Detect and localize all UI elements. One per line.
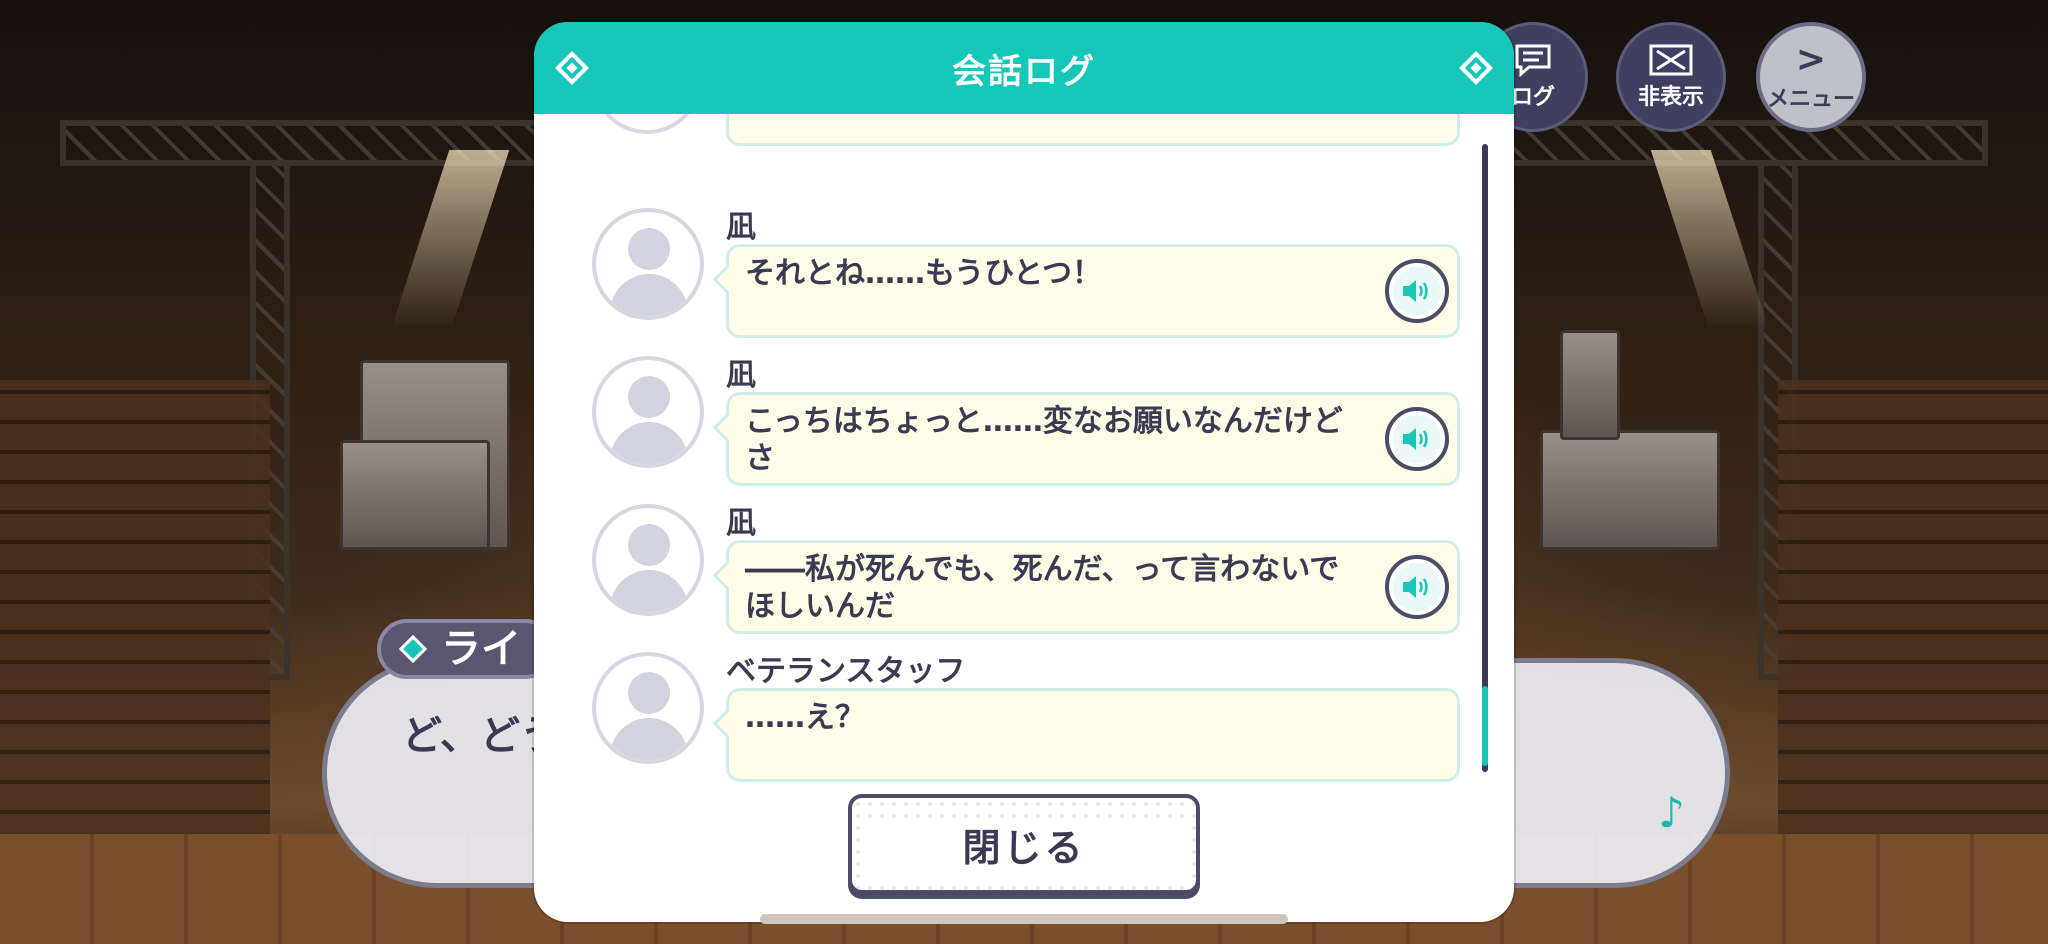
avatar-placeholder-icon — [592, 652, 704, 764]
avatar-placeholder-icon — [592, 208, 704, 320]
log-entry: 凪 ――私が死んでも、死んだ、って言わないでほしいんだ — [592, 504, 1462, 646]
log-label: ログ — [1510, 85, 1555, 110]
avatar-placeholder-icon — [592, 504, 704, 616]
speaker-cabinet — [340, 440, 490, 550]
message-text: こっちはちょっと……変なお願いなんだけどさ — [745, 404, 1343, 476]
log-entry: 凪 それとね……もうひとつ！ — [592, 208, 1462, 350]
log-scroll-area[interactable]: 凪 それとね……もうひとつ！ 凪 こっちはちょっと……変なお願いなんだけどさ 凪… — [534, 114, 1514, 794]
speaker-cabinet — [1540, 430, 1720, 550]
avatar-placeholder-icon — [592, 356, 704, 468]
speaker-cabinet — [1560, 330, 1620, 440]
log-entry: 凪 こっちはちょっと……変なお願いなんだけどさ — [592, 356, 1462, 498]
scrollbar-thumb[interactable] — [1482, 686, 1488, 766]
scrollbar-track[interactable] — [1482, 144, 1488, 772]
speaker-icon — [1403, 576, 1428, 598]
speaker-icon — [1403, 280, 1428, 302]
log-entry: ベテランスタッフ ……え？ — [592, 652, 1462, 794]
close-button[interactable]: 閉じる — [848, 794, 1200, 894]
message-text: それとね……もうひとつ！ — [745, 256, 1102, 291]
message-bubble — [726, 114, 1460, 146]
speaker-name: 凪 — [726, 210, 756, 245]
menu-label: メニュー — [1766, 87, 1855, 112]
voice-replay-button[interactable] — [1385, 555, 1449, 619]
hide-label: 非表示 — [1637, 85, 1704, 110]
modal-title: 会話ログ — [952, 51, 1096, 92]
home-indicator[interactable] — [760, 914, 1288, 924]
speaker-name: 凪 — [726, 506, 756, 541]
message-text: ――私が死んでも、死んだ、って言わないでほしいんだ — [745, 552, 1340, 624]
chat-bubble-icon — [1515, 44, 1551, 77]
chevron-right-icon: > — [1795, 39, 1827, 80]
x-box-icon — [1649, 44, 1693, 76]
diamond-icon — [555, 51, 589, 85]
message-bubble: それとね……もうひとつ！ — [726, 244, 1460, 338]
speaker-name: ベテランスタッフ — [726, 654, 966, 689]
modal-header: 会話ログ — [534, 22, 1514, 114]
spotlight — [390, 150, 510, 330]
message-bubble: ……え？ — [726, 688, 1460, 782]
speaker-icon — [1403, 428, 1428, 450]
hide-ui-button[interactable]: 非表示 — [1616, 22, 1726, 132]
diamond-icon — [1459, 51, 1493, 85]
voice-replay-button[interactable] — [1385, 407, 1449, 471]
speaker-nametag: ライ — [377, 619, 555, 679]
spotlight — [1650, 150, 1770, 330]
voice-replay-button[interactable] — [1385, 259, 1449, 323]
conversation-log-modal: 会話ログ 凪 それとね……もうひとつ！ 凪 こっちはちょっと……変なお願いなんだ… — [534, 22, 1514, 922]
diamond-icon — [398, 634, 428, 664]
speaker-name: ライ — [441, 626, 521, 672]
avatar — [592, 114, 702, 134]
close-label: 閉じる — [962, 825, 1086, 870]
brick-wall-left — [0, 380, 270, 840]
brick-wall-right — [1778, 380, 2048, 840]
message-bubble: こっちはちょっと……変なお願いなんだけどさ — [726, 392, 1460, 486]
speaker-name: 凪 — [726, 358, 756, 393]
message-bubble: ――私が死んでも、死んだ、って言わないでほしいんだ — [726, 540, 1460, 634]
message-text: ……え？ — [745, 700, 865, 735]
music-note-icon[interactable]: ♪ — [1658, 788, 1685, 837]
menu-button[interactable]: > メニュー — [1756, 22, 1866, 132]
